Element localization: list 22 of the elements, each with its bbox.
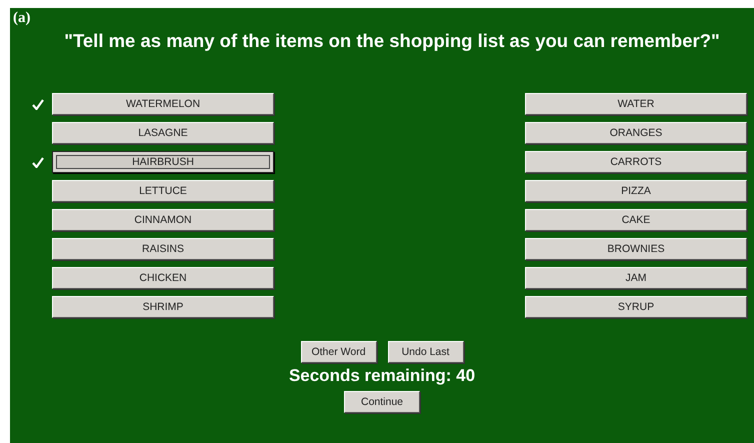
action-button[interactable]: Other Word: [300, 341, 376, 363]
item-button[interactable]: WATER: [525, 93, 747, 115]
item-button[interactable]: CINNAMON: [52, 209, 274, 231]
item-button[interactable]: LASAGNE: [52, 122, 274, 144]
item-button[interactable]: RAISINS: [52, 238, 274, 260]
item-button[interactable]: JAM: [525, 267, 747, 289]
item-button[interactable]: LETTUCE: [52, 180, 274, 202]
item-button[interactable]: BROWNIES: [525, 238, 747, 260]
item-button[interactable]: PIZZA: [525, 180, 747, 202]
item-button[interactable]: CAKE: [525, 209, 747, 231]
item-button[interactable]: SHRIMP: [52, 296, 274, 318]
item-button[interactable]: HAIRBRUSH: [52, 151, 274, 173]
continue-button[interactable]: Continue: [344, 391, 420, 413]
figure-label: (a): [13, 10, 30, 27]
prompt-text: "Tell me as many of the items on the shopping list as you can remember?": [64, 30, 720, 52]
item-button[interactable]: ORANGES: [525, 122, 747, 144]
item-button[interactable]: CARROTS: [525, 151, 747, 173]
item-button[interactable]: WATERMELON: [52, 93, 274, 115]
timer-text: Seconds remaining: 40: [288, 366, 476, 386]
action-button[interactable]: Undo Last: [388, 341, 464, 363]
item-button[interactable]: CHICKEN: [52, 267, 274, 289]
item-button[interactable]: SYRUP: [525, 296, 747, 318]
